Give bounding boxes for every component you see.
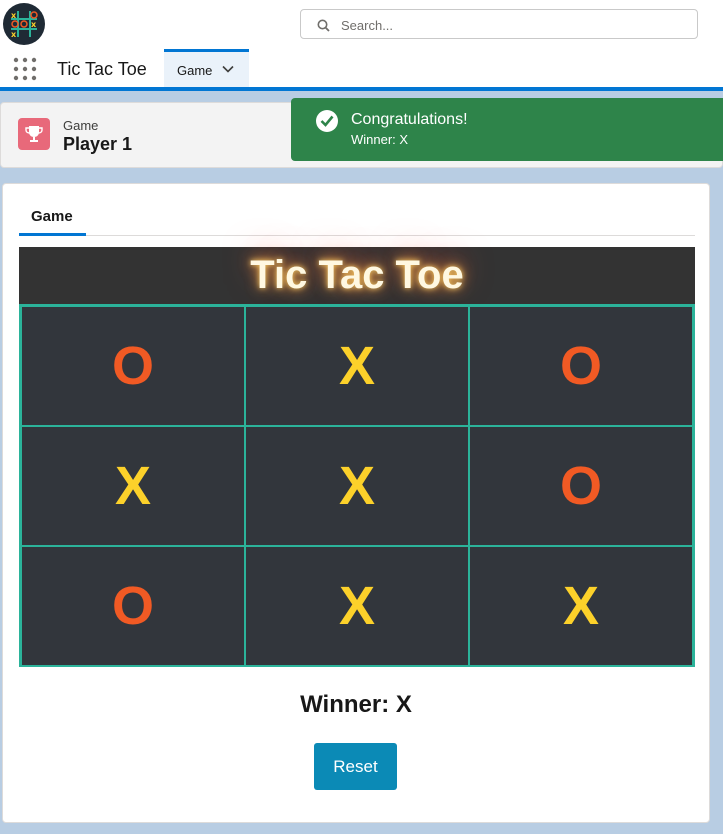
app-launcher-icon[interactable] — [13, 57, 37, 81]
tab-label: Game — [31, 208, 73, 225]
page-title: Player 1 — [63, 134, 133, 154]
board-cell[interactable]: O — [21, 306, 245, 426]
board-cell[interactable]: X — [469, 546, 693, 666]
tic-tac-toe-logo-icon: x x x — [11, 11, 38, 39]
success-toast: Congratulations! Winner: X — [291, 98, 723, 161]
global-search[interactable] — [300, 9, 698, 39]
svg-text:x: x — [11, 11, 17, 20]
game-title: Tic Tac Toe — [250, 253, 464, 297]
svg-text:x: x — [31, 20, 37, 29]
board-cell[interactable]: X — [245, 426, 469, 546]
trophy-icon — [25, 126, 43, 142]
global-header: x x x Tic Tac Toe Game — [0, 0, 723, 90]
object-label: Game — [63, 118, 99, 133]
board-cell[interactable]: X — [21, 426, 245, 546]
board-cell[interactable]: O — [469, 306, 693, 426]
nav-tab-label: Game — [177, 63, 213, 78]
header-accent-bar — [0, 87, 723, 91]
success-icon — [316, 110, 338, 132]
trophy-icon-container — [18, 118, 50, 150]
tab-game[interactable]: Game — [19, 201, 86, 236]
nav-tab-game[interactable]: Game — [164, 49, 249, 87]
game-board: OXOXXOOXX — [19, 304, 695, 667]
app-name: Tic Tac Toe — [57, 59, 147, 79]
game-area: Tic Tac Toe OXOXXOOXX — [19, 247, 695, 667]
board-cell[interactable]: O — [21, 546, 245, 666]
board-cell[interactable]: X — [245, 306, 469, 426]
app-logo[interactable]: x x x — [3, 3, 45, 45]
toast-title: Congratulations! — [351, 111, 468, 128]
search-icon — [317, 19, 330, 32]
tab-bar: Game — [19, 201, 695, 236]
check-icon — [320, 115, 334, 127]
game-card: Game Tic Tac Toe OXOXXOOXX Winner: X Res… — [2, 183, 710, 823]
board-cell[interactable]: X — [245, 546, 469, 666]
toast-message: Winner: X — [351, 132, 409, 147]
search-input[interactable] — [339, 14, 683, 36]
chevron-down-icon[interactable] — [222, 65, 234, 73]
board-cell[interactable]: O — [469, 426, 693, 546]
reset-button[interactable]: Reset — [314, 743, 397, 790]
winner-text: Winner: X — [300, 691, 412, 718]
svg-text:x: x — [11, 30, 17, 39]
